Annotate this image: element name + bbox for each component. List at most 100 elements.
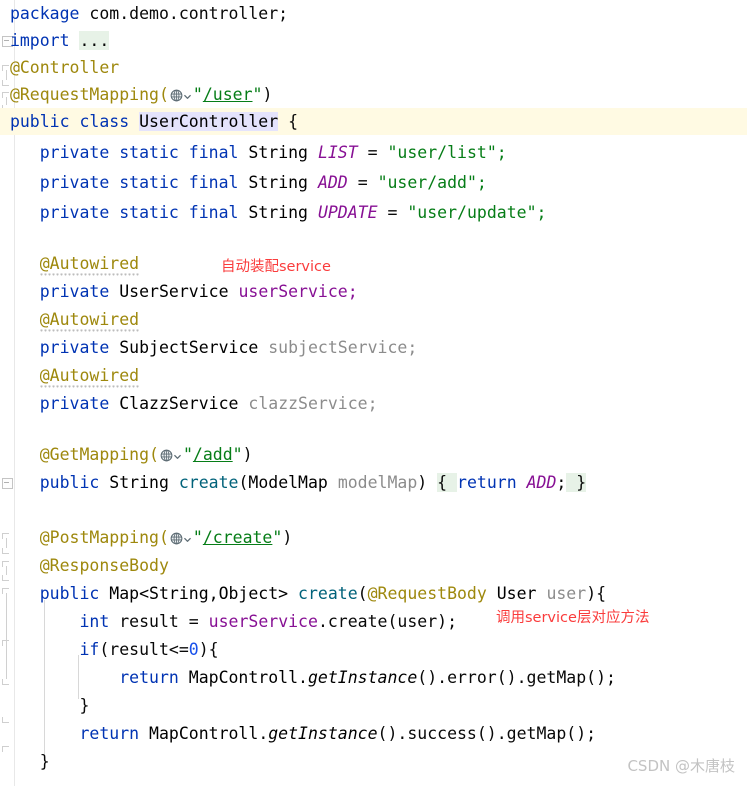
type-string: String — [109, 473, 169, 492]
code-line-15[interactable]: private ClazzService clazzService; — [0, 390, 747, 417]
annotation-autowired: @Autowired — [39, 254, 140, 276]
string-user-list: "user/list"; — [387, 143, 507, 162]
type-string: String — [248, 203, 308, 222]
operator-equals: = — [367, 143, 378, 162]
annotation-getmapping: @GetMapping( — [39, 445, 159, 464]
code-line-13[interactable]: private SubjectService subjectService; — [0, 334, 747, 361]
chevron-down-icon[interactable] — [183, 525, 192, 542]
keyword-private: private — [39, 173, 110, 192]
chevron-down-icon[interactable] — [173, 442, 182, 459]
method-create-post[interactable]: create — [298, 584, 358, 603]
method-getinstance[interactable]: getInstance — [268, 724, 377, 743]
mapping-url-add[interactable]: /add — [193, 445, 233, 464]
chevron-down-icon[interactable] — [183, 82, 192, 99]
code-line-14[interactable]: @Autowired — [0, 362, 747, 389]
annotation-requestmapping: @RequestMapping( — [9, 85, 169, 104]
condition-close: ){ — [198, 640, 219, 659]
operator-equals: = — [188, 612, 199, 631]
code-line-2[interactable]: import ... — [0, 27, 747, 54]
keyword-public: public — [39, 473, 100, 492]
code-line-4[interactable]: @RequestMapping("/user") — [0, 81, 747, 108]
keyword-return: return — [79, 724, 140, 743]
code-line-25[interactable]: return MapControll.getInstance().error()… — [0, 664, 747, 691]
keyword-public: public — [39, 584, 100, 603]
code-line-11[interactable]: private UserService userService; — [0, 278, 747, 305]
if-close-brace: } — [79, 696, 90, 715]
operator-equals: = — [387, 203, 398, 222]
field-userservice[interactable]: userService; — [238, 282, 357, 301]
variable-result[interactable]: result — [119, 612, 179, 631]
annotation-responsebody: @ResponseBody — [39, 556, 169, 575]
inline-block-close-brace: } — [576, 473, 587, 492]
keyword-int: int — [79, 612, 110, 631]
class-name-usercontroller[interactable]: UserController — [139, 112, 279, 131]
keyword-private: private — [39, 338, 110, 357]
type-clazzservice: ClazzService — [119, 394, 239, 413]
type-mapcontroll[interactable]: MapControll — [189, 668, 298, 687]
keyword-static: static — [119, 143, 179, 162]
type-string: String — [248, 173, 308, 192]
call-success-getmap: ().success().getMap(); — [377, 724, 597, 743]
mapping-url-user[interactable]: /user — [203, 85, 253, 104]
code-line-5[interactable]: public class UserController { — [0, 108, 747, 135]
annotation-postmapping: @PostMapping( — [39, 528, 169, 547]
code-line-27[interactable]: return MapControll.getInstance().success… — [0, 720, 747, 747]
code-surface[interactable]: package com.demo.controller; import ... … — [0, 0, 747, 786]
code-line-18[interactable]: public String create(ModelMap modelMap) … — [0, 469, 747, 496]
keyword-import: import — [9, 31, 70, 50]
code-line-26[interactable]: } — [0, 692, 747, 719]
field-clazzservice[interactable]: clazzService; — [248, 394, 377, 413]
constant-list[interactable]: LIST — [318, 143, 358, 162]
type-userservice: UserService — [119, 282, 229, 301]
keyword-private: private — [39, 143, 110, 162]
code-line-3[interactable]: @Controller — [0, 54, 747, 81]
code-line-22[interactable]: public Map<String,Object> create(@Reques… — [0, 580, 747, 607]
keyword-static: static — [119, 203, 179, 222]
code-editor[interactable]: package com.demo.controller; import ... … — [0, 0, 747, 786]
type-modelmap: ModelMap — [248, 473, 328, 492]
call-create-user: .create(user); — [317, 612, 458, 631]
csdn-watermark: CSDN @木唐枝 — [627, 757, 735, 775]
parameter-user: user — [546, 584, 587, 603]
code-line-6[interactable]: private static final String LIST = "user… — [0, 139, 747, 166]
globe-icon[interactable] — [160, 443, 173, 462]
package-name: com.demo.controller; — [89, 4, 289, 23]
parameter-modelmap: modelMap — [337, 473, 418, 492]
annotation-requestbody: @RequestBody — [367, 584, 487, 603]
keyword-final: final — [188, 203, 239, 222]
code-line-17[interactable]: @GetMapping("/add") — [0, 441, 747, 468]
code-line-12[interactable]: @Autowired — [0, 306, 747, 333]
type-user: User — [496, 584, 537, 603]
keyword-static: static — [119, 173, 179, 192]
globe-icon[interactable] — [170, 526, 183, 545]
constant-add-ref[interactable]: ADD — [527, 473, 557, 492]
constant-add[interactable]: ADD — [318, 173, 348, 192]
constant-update[interactable]: UPDATE — [318, 203, 378, 222]
folded-imports-placeholder[interactable]: ... — [79, 31, 110, 50]
call-error-getmap: ().error().getMap(); — [417, 668, 616, 687]
code-line-20[interactable]: @PostMapping("/create") — [0, 524, 747, 551]
code-line-8[interactable]: private static final String UPDATE = "us… — [0, 199, 747, 226]
annotation-controller: @Controller — [9, 58, 120, 77]
code-line-10[interactable]: @Autowired — [0, 250, 747, 277]
keyword-class: class — [79, 112, 130, 131]
type-mapcontroll[interactable]: MapControll — [149, 724, 258, 743]
type-string: String — [248, 143, 308, 162]
code-line-7[interactable]: private static final String ADD = "user/… — [0, 169, 747, 196]
mapping-url-create[interactable]: /create — [203, 528, 273, 547]
code-line-24[interactable]: if(result<=0){ — [0, 636, 747, 663]
method-close-brace: } — [39, 752, 50, 771]
method-create[interactable]: create — [179, 473, 239, 492]
keyword-private: private — [39, 203, 110, 222]
annotation-autowired: @Autowired — [39, 310, 140, 332]
code-line-21[interactable]: @ResponseBody — [0, 552, 747, 579]
field-subjectservice[interactable]: subjectService; — [268, 338, 417, 357]
annotation-note-autowire: 自动装配service — [221, 259, 331, 275]
operator-equals: = — [357, 173, 368, 192]
keyword-return: return — [119, 668, 179, 687]
class-open-brace: { — [288, 112, 299, 131]
field-ref-userservice: userService — [208, 612, 318, 631]
code-line-1[interactable]: package com.demo.controller; — [0, 0, 747, 27]
method-getinstance[interactable]: getInstance — [308, 668, 417, 687]
globe-icon[interactable] — [170, 83, 183, 102]
